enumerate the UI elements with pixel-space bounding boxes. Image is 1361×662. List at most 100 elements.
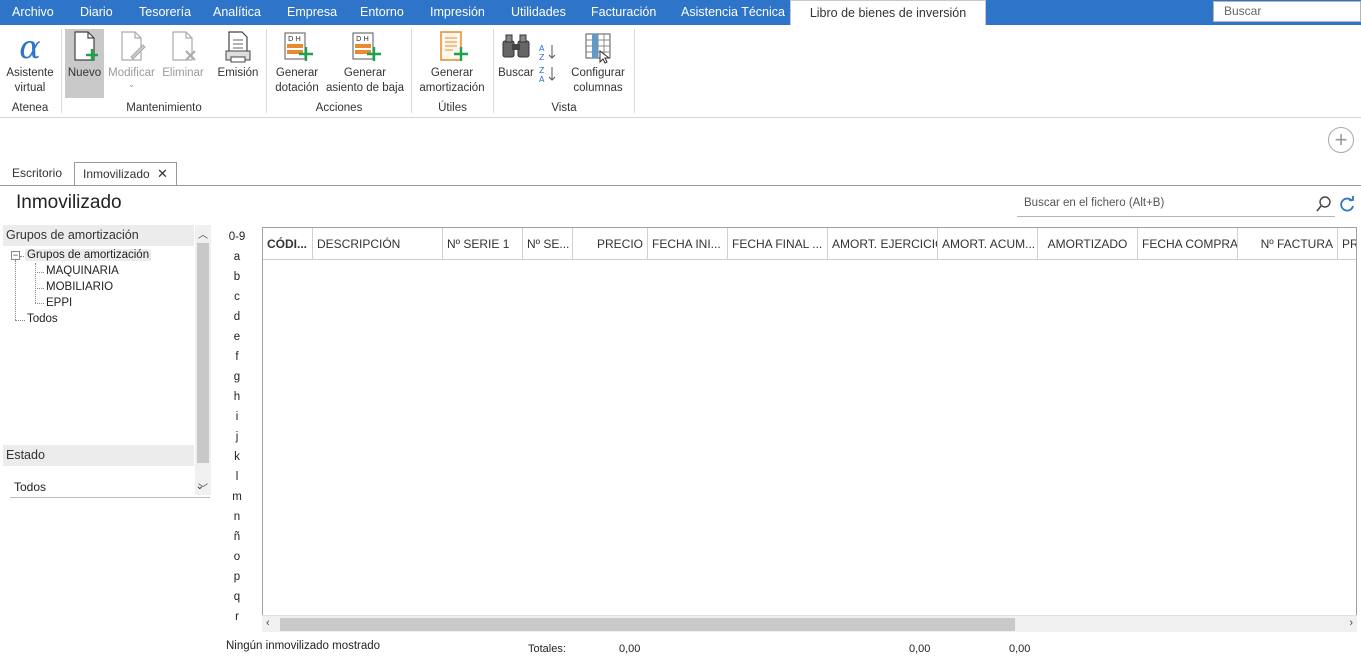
alphabet-letter[interactable]: p <box>222 571 252 583</box>
svg-text:Z: Z <box>539 66 545 75</box>
document-add-icon <box>440 31 468 61</box>
tree-item-eppi[interactable]: EPPI <box>46 297 72 309</box>
menu-empresa[interactable]: Empresa <box>287 0 337 25</box>
column-header-amort-acumulada[interactable]: AMORT. ACUM... <box>938 228 1038 260</box>
totals-label: Totales: <box>528 643 566 655</box>
column-header-amortizado[interactable]: AMORTIZADO <box>1038 228 1138 260</box>
alphabet-letter[interactable]: q <box>222 591 252 603</box>
menu-utilidades[interactable]: Utilidades <box>511 0 566 25</box>
search-icon[interactable] <box>1315 195 1333 216</box>
menu-tesoreria[interactable]: Tesorería <box>139 0 191 25</box>
configurar-columnas-button[interactable]: Configurar columnas <box>567 29 629 96</box>
chevron-right-icon[interactable]: › <box>1349 617 1353 629</box>
alphabet-letter[interactable]: r <box>222 611 252 623</box>
column-header-codigo[interactable]: CÓDI... <box>263 228 313 260</box>
nuevo-button[interactable]: Nuevo <box>65 29 104 98</box>
alphabet-letter[interactable]: g <box>222 371 252 383</box>
menu-diario[interactable]: Diario <box>80 0 113 25</box>
alphabet-letter[interactable]: l <box>222 471 252 483</box>
alphabet-letter[interactable]: b <box>222 271 252 283</box>
buscar-button[interactable]: Buscar <box>497 29 535 81</box>
estado-select[interactable]: Todos ⌄ <box>10 477 210 498</box>
alphabet-letter[interactable]: m <box>222 491 252 503</box>
add-tab-icon[interactable]: + <box>1328 127 1354 153</box>
menu-libro-bienes-inversion[interactable]: Libro de bienes de inversión <box>790 0 986 26</box>
alphabet-letter[interactable]: k <box>222 451 252 463</box>
svg-text:D H: D H <box>356 35 369 43</box>
tree-item-todos[interactable]: Todos <box>27 313 58 325</box>
edit-document-icon <box>120 31 146 61</box>
tab-inmovilizado[interactable]: Inmovilizado ✕ <box>74 162 177 186</box>
tree-line <box>35 303 44 304</box>
menu-analitica[interactable]: Analítica <box>213 0 261 25</box>
alphabet-letter[interactable]: j <box>222 431 252 443</box>
alphabet-letter[interactable]: n <box>222 511 252 523</box>
column-header-fecha-final[interactable]: FECHA FINAL ... <box>728 228 828 260</box>
sort-ascending-icon[interactable]: AZ <box>539 43 557 62</box>
chevron-left-icon[interactable]: ‹ <box>266 617 270 629</box>
tree-item-maquinaria[interactable]: MAQUINARIA <box>46 265 119 277</box>
ledger-add-icon: D H <box>352 32 381 61</box>
modificar-button[interactable]: Modificar ⌄ <box>106 29 157 89</box>
alphabet-letter[interactable]: c <box>222 291 252 303</box>
inmovilizado-grid[interactable]: CÓDI... DESCRIPCIÓN Nº SERIE 1 Nº SE... … <box>262 227 1357 632</box>
alphabet-letter[interactable]: f <box>222 351 252 363</box>
left-scrollbar[interactable]: ︿ ﹀ <box>195 225 211 495</box>
generar-asiento-baja-button[interactable]: D H Generar asiento de baja <box>324 29 406 96</box>
estado-select-value: Todos <box>14 480 47 494</box>
tree-root-grupos[interactable]: Grupos de amortización <box>25 249 152 261</box>
grid-scrollbar-thumb[interactable] <box>280 618 1015 631</box>
tree-item-mobiliario[interactable]: MOBILIARIO <box>46 281 113 293</box>
alphabet-letter[interactable]: d <box>222 311 252 323</box>
alphabet-letter[interactable]: ñ <box>222 531 252 543</box>
tree-collapse-icon[interactable]: − <box>11 251 20 260</box>
file-search-input[interactable]: Buscar en el fichero (Alt+B) <box>1017 193 1335 217</box>
grid-horizontal-scrollbar[interactable]: ‹ › <box>262 615 1357 632</box>
alphabet-letter[interactable]: o <box>222 551 252 563</box>
menu-archivo[interactable]: Archivo <box>12 0 54 25</box>
left-scrollbar-thumb[interactable] <box>197 243 209 463</box>
sort-descending-icon[interactable]: ZA <box>539 65 557 84</box>
menu-entorno[interactable]: Entorno <box>360 0 404 25</box>
alphabet-letter[interactable]: 0-9 <box>222 231 252 243</box>
group-vista: Vista <box>551 102 577 114</box>
menu-asistencia-tecnica[interactable]: Asistencia Técnica <box>681 0 785 25</box>
ribbon-separator <box>411 29 412 113</box>
column-header-fecha-inicio[interactable]: FECHA INI... <box>648 228 728 260</box>
column-header-amort-ejercicio[interactable]: AMORT. EJERCICIO <box>828 228 938 260</box>
ribbon-separator <box>61 29 62 113</box>
menu-facturacion[interactable]: Facturación <box>591 0 656 25</box>
chevron-down-icon[interactable]: ⌄ <box>196 477 204 497</box>
column-header-descripcion[interactable]: DESCRIPCIÓN <box>313 228 443 260</box>
generar-amortizacion-button[interactable]: Generar amortización <box>416 29 488 96</box>
alphabet-letter[interactable]: h <box>222 391 252 403</box>
alphabet-letter[interactable]: e <box>222 331 252 343</box>
emision-label: Emisión <box>217 67 259 79</box>
close-icon[interactable]: ✕ <box>157 166 168 181</box>
asistente-virtual-button[interactable]: α Asistente virtual <box>3 29 57 96</box>
column-header-precio[interactable]: PRECIO <box>573 228 648 260</box>
menu-impresion[interactable]: Impresión <box>430 0 485 25</box>
emision-button[interactable]: Emisión <box>214 29 262 81</box>
chevron-up-icon[interactable]: ︿ <box>198 226 208 241</box>
refresh-icon[interactable] <box>1338 195 1356 216</box>
generar-dotacion-button[interactable]: D H Generar dotación <box>271 29 323 96</box>
column-header-serie2[interactable]: Nº SE... <box>523 228 573 260</box>
configurar-columnas-label: Configurar columnas <box>571 67 625 94</box>
print-document-icon <box>225 31 251 63</box>
column-header-serie1[interactable]: Nº SERIE 1 <box>443 228 523 260</box>
tab-escritorio[interactable]: Escritorio <box>4 162 70 186</box>
tree-line <box>15 320 25 321</box>
top-search-input[interactable]: Buscar <box>1213 1 1361 22</box>
column-header-pr[interactable]: PR <box>1338 228 1356 260</box>
column-header-fecha-compra[interactable]: FECHA COMPRA <box>1138 228 1238 260</box>
alphabet-letter[interactable]: i <box>222 411 252 423</box>
svg-text:Z: Z <box>539 53 545 61</box>
eliminar-button[interactable]: Eliminar <box>160 29 206 81</box>
generar-dotacion-label: Generar dotación <box>275 67 319 94</box>
tab-divider <box>0 185 1361 186</box>
group-atenea: Atenea <box>11 102 49 114</box>
eliminar-label: Eliminar <box>162 67 204 79</box>
column-header-num-factura[interactable]: Nº FACTURA <box>1238 228 1338 260</box>
alphabet-letter[interactable]: a <box>222 251 252 263</box>
